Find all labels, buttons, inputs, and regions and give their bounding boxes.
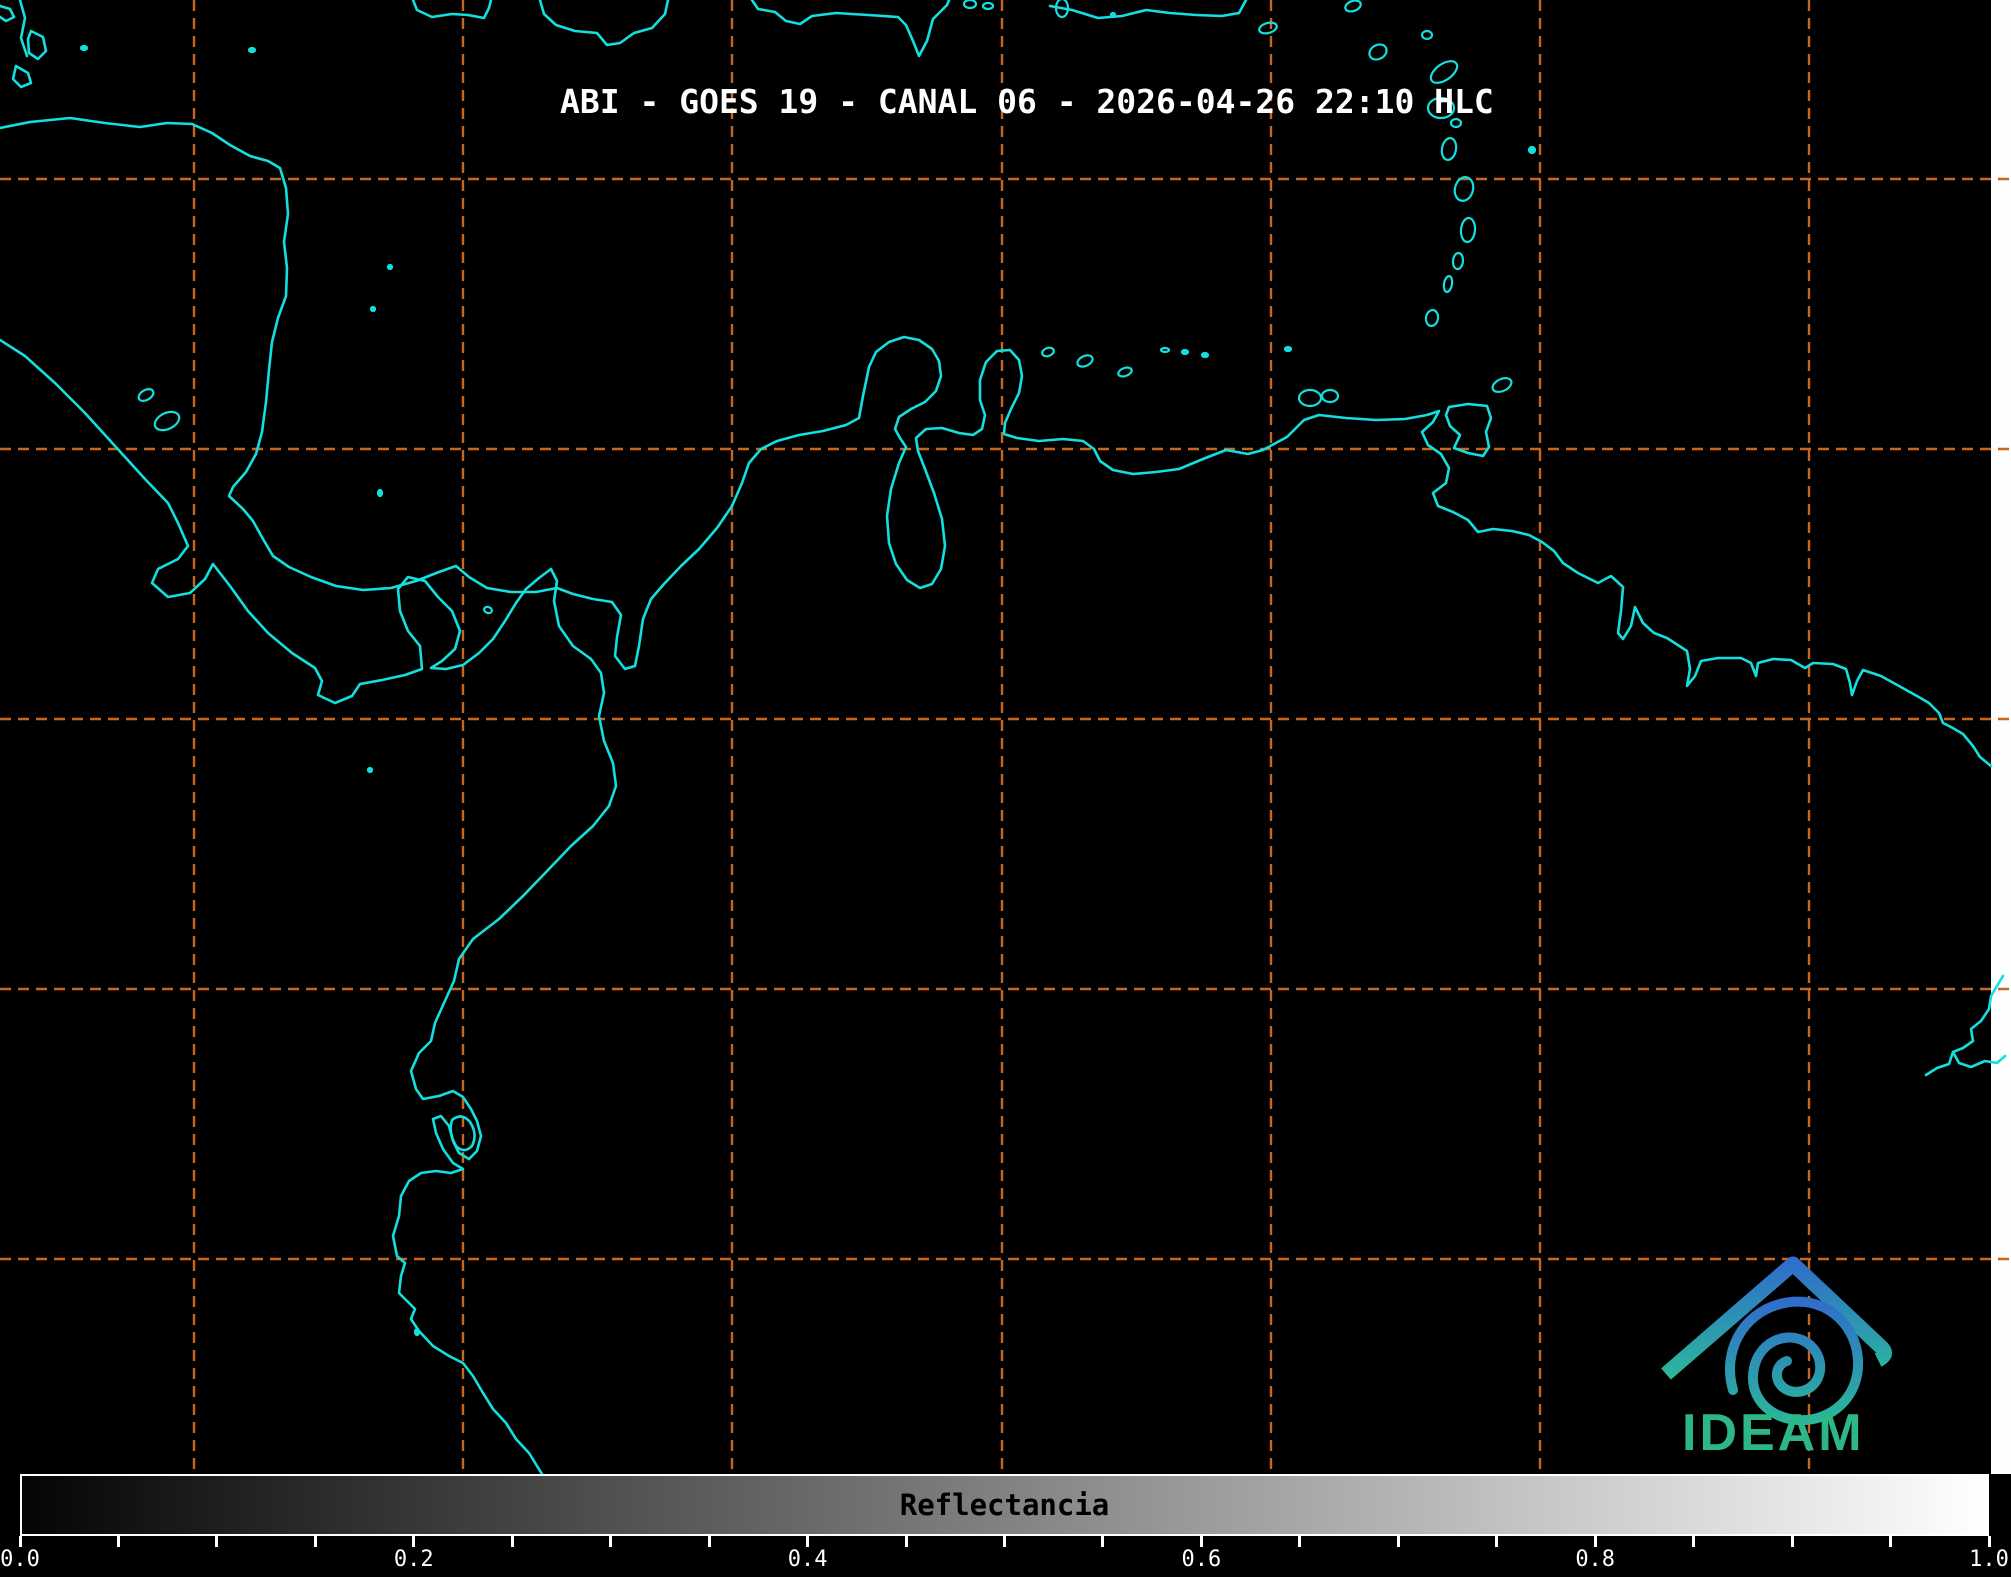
colorbar-tick <box>1692 1536 1696 1547</box>
colorbar-tick <box>412 1536 416 1547</box>
colorbar-tick <box>1396 1536 1400 1547</box>
colorbar-tick <box>215 1536 219 1547</box>
colorbar-tick <box>1003 1536 1006 1547</box>
colorbar-tick-label: 0.2 <box>393 1547 434 1572</box>
colorbar-tick <box>313 1536 317 1547</box>
colorbar-label: Reflectancia <box>899 1488 1110 1522</box>
colorbar-tick <box>1593 1536 1597 1547</box>
islands <box>79 0 1537 1337</box>
satellite-image-viewer: ABI - GOES 19 - CANAL 06 - 2026-04-26 22… <box>0 0 2011 1577</box>
colorbar-tick <box>510 1536 514 1547</box>
colorbar-tick <box>707 1536 711 1547</box>
colorbar-tick <box>1298 1536 1302 1547</box>
hurricane-spiral-icon <box>1725 1296 1864 1426</box>
colorbar-tick <box>116 1536 120 1547</box>
colorbar: Reflectancia <box>20 1474 1989 1536</box>
colorbar-tick <box>904 1536 908 1547</box>
colorbar-tick <box>1790 1536 1794 1547</box>
colorbar-tick-label: 0.6 <box>1181 1547 1222 1572</box>
colorbar-tick-label: 0.4 <box>787 1547 828 1572</box>
colorbar-tick <box>609 1536 613 1547</box>
colorbar-tick <box>1889 1536 1893 1547</box>
colorbar-tick <box>1987 1536 1991 1547</box>
colorbar-tick-label: 0.0 <box>0 1547 40 1572</box>
colorbar-tick <box>1199 1536 1203 1547</box>
ideam-logo: IDEAM <box>1661 1256 1892 1462</box>
colorbar-tick-label: 1.0 <box>1969 1547 2009 1572</box>
colorbar-tick <box>1495 1536 1499 1547</box>
colorbar-tick <box>806 1536 810 1547</box>
ideam-logo-text: IDEAM <box>1682 1404 1865 1462</box>
colorbar-tick-label: 0.8 <box>1575 1547 1616 1572</box>
product-title: ABI - GOES 19 - CANAL 06 - 2026-04-26 22… <box>560 82 1494 121</box>
edge-fill-band <box>1991 0 2011 1474</box>
mountain-icon <box>1661 1256 1892 1380</box>
colorbar-tick <box>18 1536 22 1547</box>
colorbar-tick <box>1101 1536 1105 1547</box>
